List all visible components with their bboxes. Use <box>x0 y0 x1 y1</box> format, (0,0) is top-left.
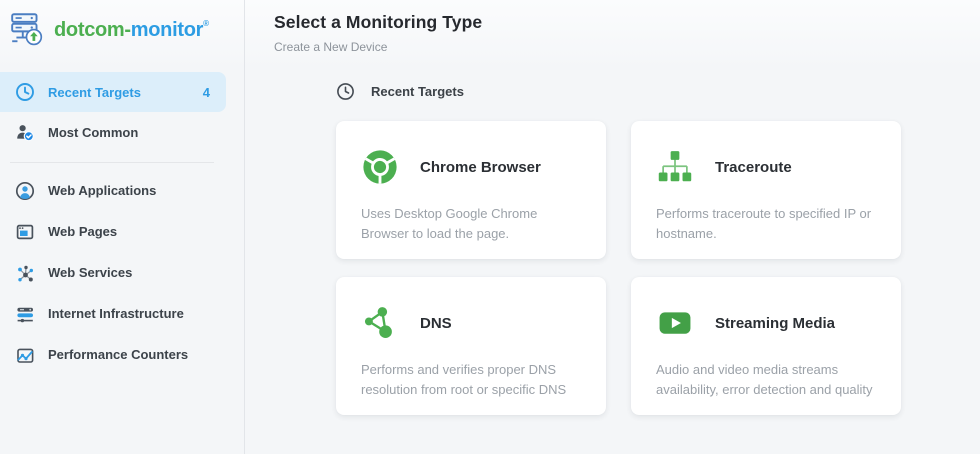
sidebar: dotcom-monitor® Recent Targets 4 Most Co… <box>0 0 245 454</box>
brand-name: dotcom-monitor® <box>54 18 209 41</box>
sidebar-item-label: Internet Infrastructure <box>48 306 184 321</box>
monitoring-type-grid: Chrome Browser Uses Desktop Google Chrom… <box>336 121 980 415</box>
sidebar-item-label: Web Pages <box>48 224 118 239</box>
sidebar-item-label: Performance Counters <box>48 347 189 362</box>
user-check-icon <box>14 122 35 142</box>
sidebar-divider <box>10 162 214 163</box>
card-description: Uses Desktop Google Chrome Browser to lo… <box>361 206 538 241</box>
card-description: Audio and video media streams availabili… <box>656 362 873 397</box>
app-window: dotcom-monitor® Recent Targets 4 Most Co… <box>0 0 980 454</box>
sidebar-nav: Recent Targets 4 Most Common Web Applica… <box>0 72 244 375</box>
network-nodes-icon <box>14 263 35 283</box>
server-bars-icon <box>14 304 35 324</box>
sidebar-item-label: Most Common <box>48 124 139 140</box>
sidebar-item-most-common[interactable]: Most Common <box>0 112 226 152</box>
sidebar-item-web-pages[interactable]: Web Pages <box>0 211 226 252</box>
server-upload-logo-icon <box>9 10 45 51</box>
sidebar-item-label: Web Services <box>48 265 133 280</box>
sidebar-item-internet-infrastructure[interactable]: Internet Infrastructure <box>0 293 226 334</box>
brand-logo[interactable]: dotcom-monitor® <box>0 0 244 60</box>
card-description: Performs traceroute to specified IP or h… <box>656 206 872 241</box>
sidebar-item-web-services[interactable]: Web Services <box>0 252 226 293</box>
browser-window-icon <box>14 222 35 242</box>
dns-nodes-icon <box>361 304 399 342</box>
card-title: Chrome Browser <box>420 158 541 176</box>
sidebar-item-web-applications[interactable]: Web Applications <box>0 170 226 211</box>
section-label: Recent Targets <box>371 83 464 99</box>
user-circle-icon <box>14 181 35 201</box>
clock-icon <box>14 82 35 102</box>
sidebar-item-label: Recent Targets <box>48 84 141 100</box>
traceroute-icon <box>656 148 694 186</box>
clock-icon <box>336 82 355 101</box>
page-subtitle: Create a New Device <box>274 40 388 54</box>
main-content: Select a Monitoring Type Create a New De… <box>245 0 980 454</box>
sidebar-item-recent-targets[interactable]: Recent Targets 4 <box>0 72 226 112</box>
card-title: Traceroute <box>715 158 792 176</box>
chrome-icon <box>361 148 399 186</box>
card-title: DNS <box>420 314 452 332</box>
recent-targets-section-header: Recent Targets <box>336 81 980 101</box>
card-description: Performs and verifies proper DNS resolut… <box>361 362 567 397</box>
card-dns[interactable]: DNS Performs and verifies proper DNS res… <box>336 277 606 415</box>
card-chrome-browser[interactable]: Chrome Browser Uses Desktop Google Chrom… <box>336 121 606 259</box>
sidebar-item-label: Web Applications <box>48 183 157 198</box>
card-streaming-media[interactable]: Streaming Media Audio and video media st… <box>631 277 901 415</box>
recent-targets-count: 4 <box>202 84 210 100</box>
page-title: Select a Monitoring Type <box>274 12 483 32</box>
line-chart-icon <box>14 345 35 365</box>
play-media-icon <box>656 304 694 342</box>
sidebar-item-performance-counters[interactable]: Performance Counters <box>0 334 226 375</box>
card-title: Streaming Media <box>715 314 836 332</box>
card-traceroute[interactable]: Traceroute Performs traceroute to specif… <box>631 121 901 259</box>
